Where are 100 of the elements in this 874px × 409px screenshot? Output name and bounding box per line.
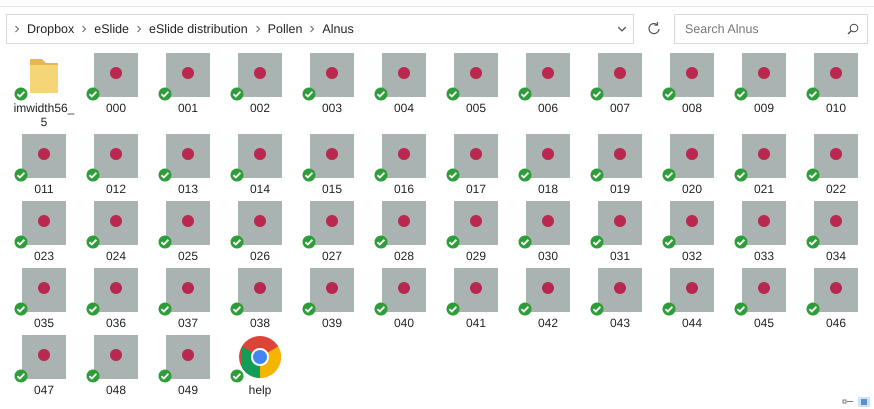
file-name[interactable]: 007 (589, 101, 651, 115)
file-name[interactable]: 004 (373, 101, 435, 115)
pollen-thumbnail (310, 53, 354, 97)
file-name[interactable]: 048 (85, 383, 147, 397)
file-name[interactable]: 033 (733, 249, 795, 263)
file-name[interactable]: 040 (373, 316, 435, 330)
file-name[interactable]: 013 (157, 182, 219, 196)
sync-check-icon (446, 235, 460, 249)
file-name[interactable]: 026 (229, 249, 291, 263)
sync-check-icon (734, 235, 748, 249)
file-name[interactable]: 042 (517, 316, 579, 330)
sync-check-icon (302, 235, 316, 249)
breadcrumb-item[interactable]: eSlide distribution (149, 22, 248, 36)
pollen-thumbnail (94, 134, 138, 178)
file-name[interactable]: 045 (733, 316, 795, 330)
file-name[interactable]: 049 (157, 383, 219, 397)
file-name[interactable]: 023 (13, 249, 75, 263)
refresh-icon[interactable] (647, 21, 661, 35)
sync-check-icon (302, 87, 316, 101)
file-name[interactable]: 039 (301, 316, 363, 330)
pollen-thumbnail (454, 201, 498, 245)
file-name[interactable]: 008 (661, 101, 723, 115)
pollen-thumbnail (238, 134, 282, 178)
sync-check-icon (302, 302, 316, 316)
file-name[interactable]: 016 (373, 182, 435, 196)
file-name[interactable]: 032 (661, 249, 723, 263)
file-name[interactable]: 000 (85, 101, 147, 115)
file-name[interactable]: 047 (13, 383, 75, 397)
file-name[interactable]: 020 (661, 182, 723, 196)
sync-check-icon (518, 235, 532, 249)
file-name[interactable]: 027 (301, 249, 363, 263)
file-name[interactable]: 011 (13, 182, 75, 196)
file-name[interactable]: 037 (157, 316, 219, 330)
pollen-thumbnail (166, 53, 210, 97)
address-bar[interactable]: Dropbox eSlide eSlide distribution Pollen Alnus (6, 14, 634, 44)
sync-check-icon (734, 87, 748, 101)
pollen-thumbnail (454, 134, 498, 178)
sync-check-icon (806, 235, 820, 249)
file-name[interactable]: 035 (13, 316, 75, 330)
pollen-thumbnail (526, 201, 570, 245)
sync-check-icon (374, 302, 388, 316)
file-name[interactable]: 017 (445, 182, 507, 196)
sync-check-icon (590, 235, 604, 249)
file-name[interactable]: 034 (805, 249, 867, 263)
file-name[interactable]: 001 (157, 101, 219, 115)
pollen-thumbnail (382, 201, 426, 245)
sync-check-icon (518, 87, 532, 101)
sync-check-icon (14, 235, 28, 249)
search-icon (847, 23, 859, 35)
pollen-thumbnail (742, 268, 786, 312)
sync-check-icon (14, 302, 28, 316)
file-name[interactable]: 002 (229, 101, 291, 115)
pollen-thumbnail (22, 134, 66, 178)
sync-check-icon (806, 87, 820, 101)
search-box[interactable]: Search Alnus (674, 14, 868, 44)
file-name[interactable]: 019 (589, 182, 651, 196)
pollen-thumbnail (670, 268, 714, 312)
file-name[interactable]: 010 (805, 101, 867, 115)
file-name[interactable]: 005 (445, 101, 507, 115)
large-icons-view-icon[interactable] (858, 397, 870, 407)
file-name[interactable]: 012 (85, 182, 147, 196)
file-name[interactable]: 036 (85, 316, 147, 330)
file-name[interactable]: 025 (157, 249, 219, 263)
pollen-thumbnail (166, 134, 210, 178)
sync-check-icon (734, 168, 748, 182)
breadcrumb-item[interactable]: Alnus (322, 22, 354, 36)
sync-check-icon (446, 87, 460, 101)
breadcrumb-item[interactable]: eSlide (94, 22, 129, 36)
dropdown-caret-icon[interactable] (617, 24, 627, 34)
file-name[interactable]: 021 (733, 182, 795, 196)
breadcrumb-item[interactable]: Dropbox (27, 22, 74, 36)
file-name[interactable]: 044 (661, 316, 723, 330)
file-name[interactable]: 046 (805, 316, 867, 330)
file-name[interactable]: 009 (733, 101, 795, 115)
pollen-thumbnail (526, 53, 570, 97)
file-name[interactable]: 014 (229, 182, 291, 196)
file-name[interactable]: 043 (589, 316, 651, 330)
file-name[interactable]: 031 (589, 249, 651, 263)
file-name[interactable]: 041 (445, 316, 507, 330)
chevron-icon (308, 25, 316, 33)
file-name[interactable]: 038 (229, 316, 291, 330)
sync-check-icon (86, 235, 100, 249)
breadcrumb-item[interactable]: Pollen (268, 22, 302, 36)
file-name[interactable]: 006 (517, 101, 579, 115)
sync-check-icon (14, 168, 28, 182)
file-name[interactable]: 030 (517, 249, 579, 263)
file-name[interactable]: 028 (373, 249, 435, 263)
pollen-thumbnail (814, 134, 858, 178)
file-name[interactable]: 022 (805, 182, 867, 196)
pollen-thumbnail (22, 268, 66, 312)
file-name[interactable]: help (229, 383, 291, 397)
file-name[interactable]: 029 (445, 249, 507, 263)
pollen-thumbnail (22, 201, 66, 245)
pollen-thumbnail (526, 134, 570, 178)
file-name[interactable]: 018 (517, 182, 579, 196)
file-name[interactable]: 003 (301, 101, 363, 115)
file-name[interactable]: imwidth56_5 (13, 101, 75, 129)
file-name[interactable]: 024 (85, 249, 147, 263)
file-name[interactable]: 015 (301, 182, 363, 196)
sync-check-icon (158, 302, 172, 316)
